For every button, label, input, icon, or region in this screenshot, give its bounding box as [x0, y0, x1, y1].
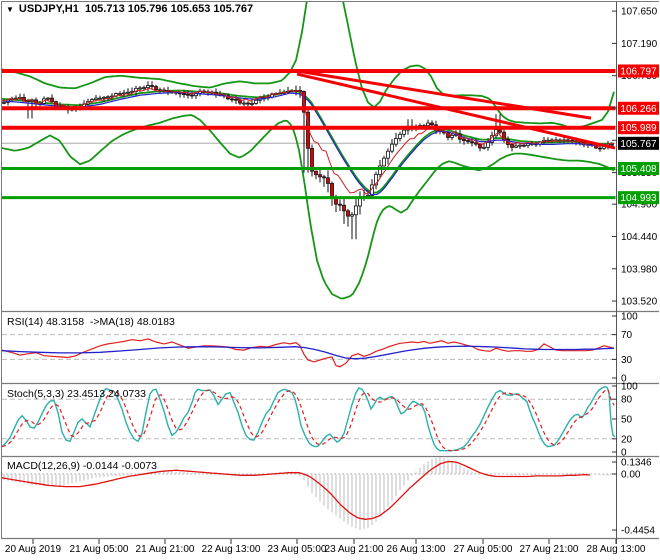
svg-text:26 Aug 13:00: 26 Aug 13:00	[387, 544, 446, 555]
trendline-2	[296, 69, 592, 120]
current-price-badge: 105.767	[618, 136, 659, 150]
time-axis[interactable]: 20 Aug 2019 21 Aug 05:00 21 Aug 21:00 22 Au…	[5, 539, 646, 555]
main-price-panel[interactable]	[2, 0, 616, 300]
svg-text:0.1346: 0.1346	[621, 458, 652, 469]
price-level-badge: 105.989	[618, 121, 659, 134]
svg-text:-0.4454: -0.4454	[621, 526, 655, 537]
rsi-indicator-label: RSI(14) 48.3158 ->MA(18) 48.0183	[7, 316, 175, 328]
svg-text:103.520: 103.520	[621, 297, 658, 308]
svg-text:107.190: 107.190	[621, 39, 658, 50]
rsi-panel[interactable]	[2, 334, 616, 368]
svg-text:105.767: 105.767	[620, 139, 657, 150]
svg-text:106.266: 106.266	[620, 104, 657, 115]
svg-text:28 Aug 13:00: 28 Aug 13:00	[587, 544, 646, 555]
svg-text:105.989: 105.989	[620, 123, 657, 134]
chart-title: USDJPY,H1 105.713 105.796 105.653 105.76…	[18, 3, 254, 15]
price-level-badge: 106.266	[618, 101, 659, 115]
svg-text:0.00: 0.00	[621, 470, 641, 481]
svg-text:21 Aug 05:00: 21 Aug 05:00	[70, 544, 129, 555]
price-level-badge: 104.993	[618, 191, 659, 205]
stoch-indicator-label: Stoch(5,3,3) 23.4513 24.0733	[7, 388, 146, 400]
svg-text:30: 30	[621, 355, 633, 366]
svg-text:20: 20	[621, 434, 633, 445]
svg-text:103.980: 103.980	[621, 264, 658, 275]
title-bar: ▼ USDJPY,H1 105.713 105.796 105.653 105.…	[6, 3, 253, 15]
svg-text:20 Aug 2019: 20 Aug 2019	[5, 544, 62, 555]
svg-text:104.440: 104.440	[621, 232, 658, 243]
svg-text:105.408: 105.408	[620, 164, 657, 175]
price-level-badge: 106.797	[618, 64, 659, 78]
svg-text:100: 100	[621, 382, 638, 393]
svg-text:107.650: 107.650	[621, 7, 658, 18]
chart-window: ▼ USDJPY,H1 105.713 105.796 105.653 105.…	[0, 0, 660, 560]
svg-text:100: 100	[621, 312, 638, 323]
svg-text:27 Aug 21:00: 27 Aug 21:00	[520, 544, 579, 555]
svg-text:22 Aug 13:00: 22 Aug 13:00	[202, 544, 261, 555]
svg-text:70: 70	[621, 330, 633, 341]
price-chart-canvas[interactable]: 107.650107.190106.730106.270105.810105.3…	[0, 0, 660, 560]
price-level-badge: 105.408	[618, 162, 659, 176]
svg-text:23 Aug 21:00: 23 Aug 21:00	[325, 544, 384, 555]
svg-text:27 Aug 05:00: 27 Aug 05:00	[454, 544, 513, 555]
symbol-dropdown-arrow-icon[interactable]: ▼	[6, 5, 14, 14]
svg-text:104.993: 104.993	[620, 193, 657, 204]
svg-text:23 Aug 05:00: 23 Aug 05:00	[268, 544, 327, 555]
svg-text:21 Aug 21:00: 21 Aug 21:00	[136, 544, 195, 555]
svg-text:106.797: 106.797	[620, 66, 657, 77]
svg-text:50: 50	[621, 415, 633, 426]
svg-text:80: 80	[621, 395, 633, 406]
macd-indicator-label: MACD(12,26,9) -0.0144 -0.0073	[7, 460, 157, 472]
